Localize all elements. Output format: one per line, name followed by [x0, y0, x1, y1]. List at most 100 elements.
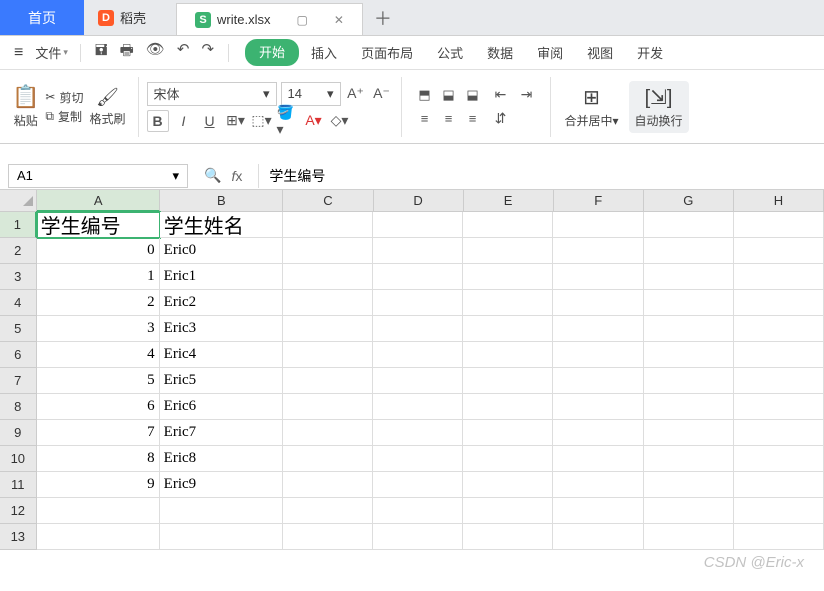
row-header[interactable]: 9 [0, 420, 37, 446]
cell[interactable] [373, 316, 463, 342]
cell[interactable] [283, 238, 373, 264]
cell[interactable]: Eric3 [160, 316, 283, 342]
cell[interactable] [644, 290, 734, 316]
cell[interactable]: Eric9 [160, 472, 283, 498]
cell[interactable] [283, 342, 373, 368]
cell[interactable] [734, 472, 824, 498]
row-header[interactable]: 3 [0, 264, 37, 290]
increase-font-icon[interactable]: A⁺ [345, 83, 367, 105]
fill-color-button[interactable]: 🪣▾ [277, 110, 299, 132]
row-header[interactable]: 12 [0, 498, 37, 524]
align-bottom-icon[interactable]: ⬓ [462, 84, 484, 106]
cell[interactable] [734, 420, 824, 446]
cell[interactable] [734, 290, 824, 316]
cell[interactable] [463, 290, 553, 316]
cell[interactable] [283, 264, 373, 290]
cell[interactable] [553, 264, 643, 290]
font-color-button[interactable]: A▾ [303, 110, 325, 132]
cell[interactable] [734, 394, 824, 420]
file-menu[interactable]: 文件▾ [31, 43, 72, 62]
new-tab-button[interactable]: ＋ [363, 0, 403, 35]
ribbon-tab-formula[interactable]: 公式 [425, 39, 475, 66]
formula-input[interactable]: 学生编号 [258, 164, 824, 188]
cell[interactable] [553, 238, 643, 264]
cell[interactable]: Eric6 [160, 394, 283, 420]
hamburger-icon[interactable]: ≡ [8, 44, 29, 62]
cell[interactable] [463, 472, 553, 498]
cell[interactable] [283, 420, 373, 446]
cell[interactable] [644, 524, 734, 550]
italic-button[interactable]: I [173, 110, 195, 132]
align-top-icon[interactable]: ⬒ [414, 84, 436, 106]
cell[interactable] [463, 524, 553, 550]
cell[interactable] [644, 498, 734, 524]
col-header-E[interactable]: E [464, 190, 554, 212]
cell[interactable]: Eric8 [160, 446, 283, 472]
cell[interactable] [283, 290, 373, 316]
cell-style-button[interactable]: ⬚▾ [251, 110, 273, 132]
wrap-text-button[interactable]: [⇲] 自动换行 [629, 81, 689, 133]
cell[interactable] [553, 420, 643, 446]
cell[interactable] [283, 368, 373, 394]
cell[interactable] [373, 420, 463, 446]
border-button[interactable]: ⊞▾ [225, 110, 247, 132]
decrease-font-icon[interactable]: A⁻ [371, 83, 393, 105]
row-header[interactable]: 4 [0, 290, 37, 316]
col-header-G[interactable]: G [644, 190, 734, 212]
cell[interactable]: 2 [37, 290, 160, 316]
format-painter-button[interactable]: 🖌 格式刷 [89, 87, 125, 127]
cell[interactable] [373, 238, 463, 264]
ribbon-tab-data[interactable]: 数据 [475, 39, 525, 66]
cell[interactable] [553, 290, 643, 316]
cell[interactable] [283, 498, 373, 524]
cell[interactable] [463, 316, 553, 342]
cell[interactable] [373, 342, 463, 368]
cell[interactable] [734, 368, 824, 394]
cell[interactable] [463, 394, 553, 420]
col-header-A[interactable]: A [37, 190, 160, 212]
copy-button[interactable]: ⧉复制 [45, 108, 83, 125]
merge-center-button[interactable]: ⊞ 合并居中▾ [559, 81, 625, 133]
align-left-icon[interactable]: ≡ [414, 108, 436, 130]
print-icon[interactable]: 🖶 [120, 40, 134, 65]
cell[interactable]: 4 [37, 342, 160, 368]
col-header-D[interactable]: D [374, 190, 464, 212]
cell[interactable] [283, 394, 373, 420]
cell[interactable] [373, 212, 463, 238]
cell[interactable]: Eric5 [160, 368, 283, 394]
indent-left-icon[interactable]: ⇤ [490, 84, 512, 106]
cell[interactable] [463, 264, 553, 290]
align-middle-icon[interactable]: ⬓ [438, 84, 460, 106]
cell[interactable] [373, 264, 463, 290]
popout-icon[interactable]: ▢ [296, 13, 307, 27]
cell[interactable] [37, 524, 160, 550]
cell[interactable] [553, 394, 643, 420]
name-box[interactable]: A1▾ [8, 164, 188, 188]
row-header[interactable]: 1 [0, 212, 37, 238]
cell[interactable] [283, 316, 373, 342]
cell[interactable] [283, 212, 373, 238]
tab-home[interactable]: 首页 [0, 0, 84, 35]
cell[interactable] [644, 264, 734, 290]
ribbon-tab-dev[interactable]: 开发 [625, 39, 675, 66]
ribbon-tab-start[interactable]: 开始 [245, 39, 299, 66]
cell[interactable]: Eric7 [160, 420, 283, 446]
cell[interactable] [373, 394, 463, 420]
row-header[interactable]: 5 [0, 316, 37, 342]
undo-icon[interactable]: ↶ [177, 40, 190, 65]
cell[interactable] [283, 446, 373, 472]
cell[interactable]: 6 [37, 394, 160, 420]
row-header[interactable]: 13 [0, 524, 37, 550]
row-header[interactable]: 2 [0, 238, 37, 264]
cell[interactable] [644, 212, 734, 238]
cell[interactable] [373, 524, 463, 550]
tab-docer[interactable]: D 稻壳 [84, 0, 176, 35]
cell[interactable] [463, 498, 553, 524]
row-header[interactable]: 11 [0, 472, 37, 498]
ribbon-tab-view[interactable]: 视图 [575, 39, 625, 66]
cell[interactable]: Eric2 [160, 290, 283, 316]
cell[interactable] [160, 498, 283, 524]
cell[interactable] [644, 472, 734, 498]
cell[interactable] [734, 264, 824, 290]
font-name-select[interactable]: 宋体▾ [147, 82, 277, 106]
